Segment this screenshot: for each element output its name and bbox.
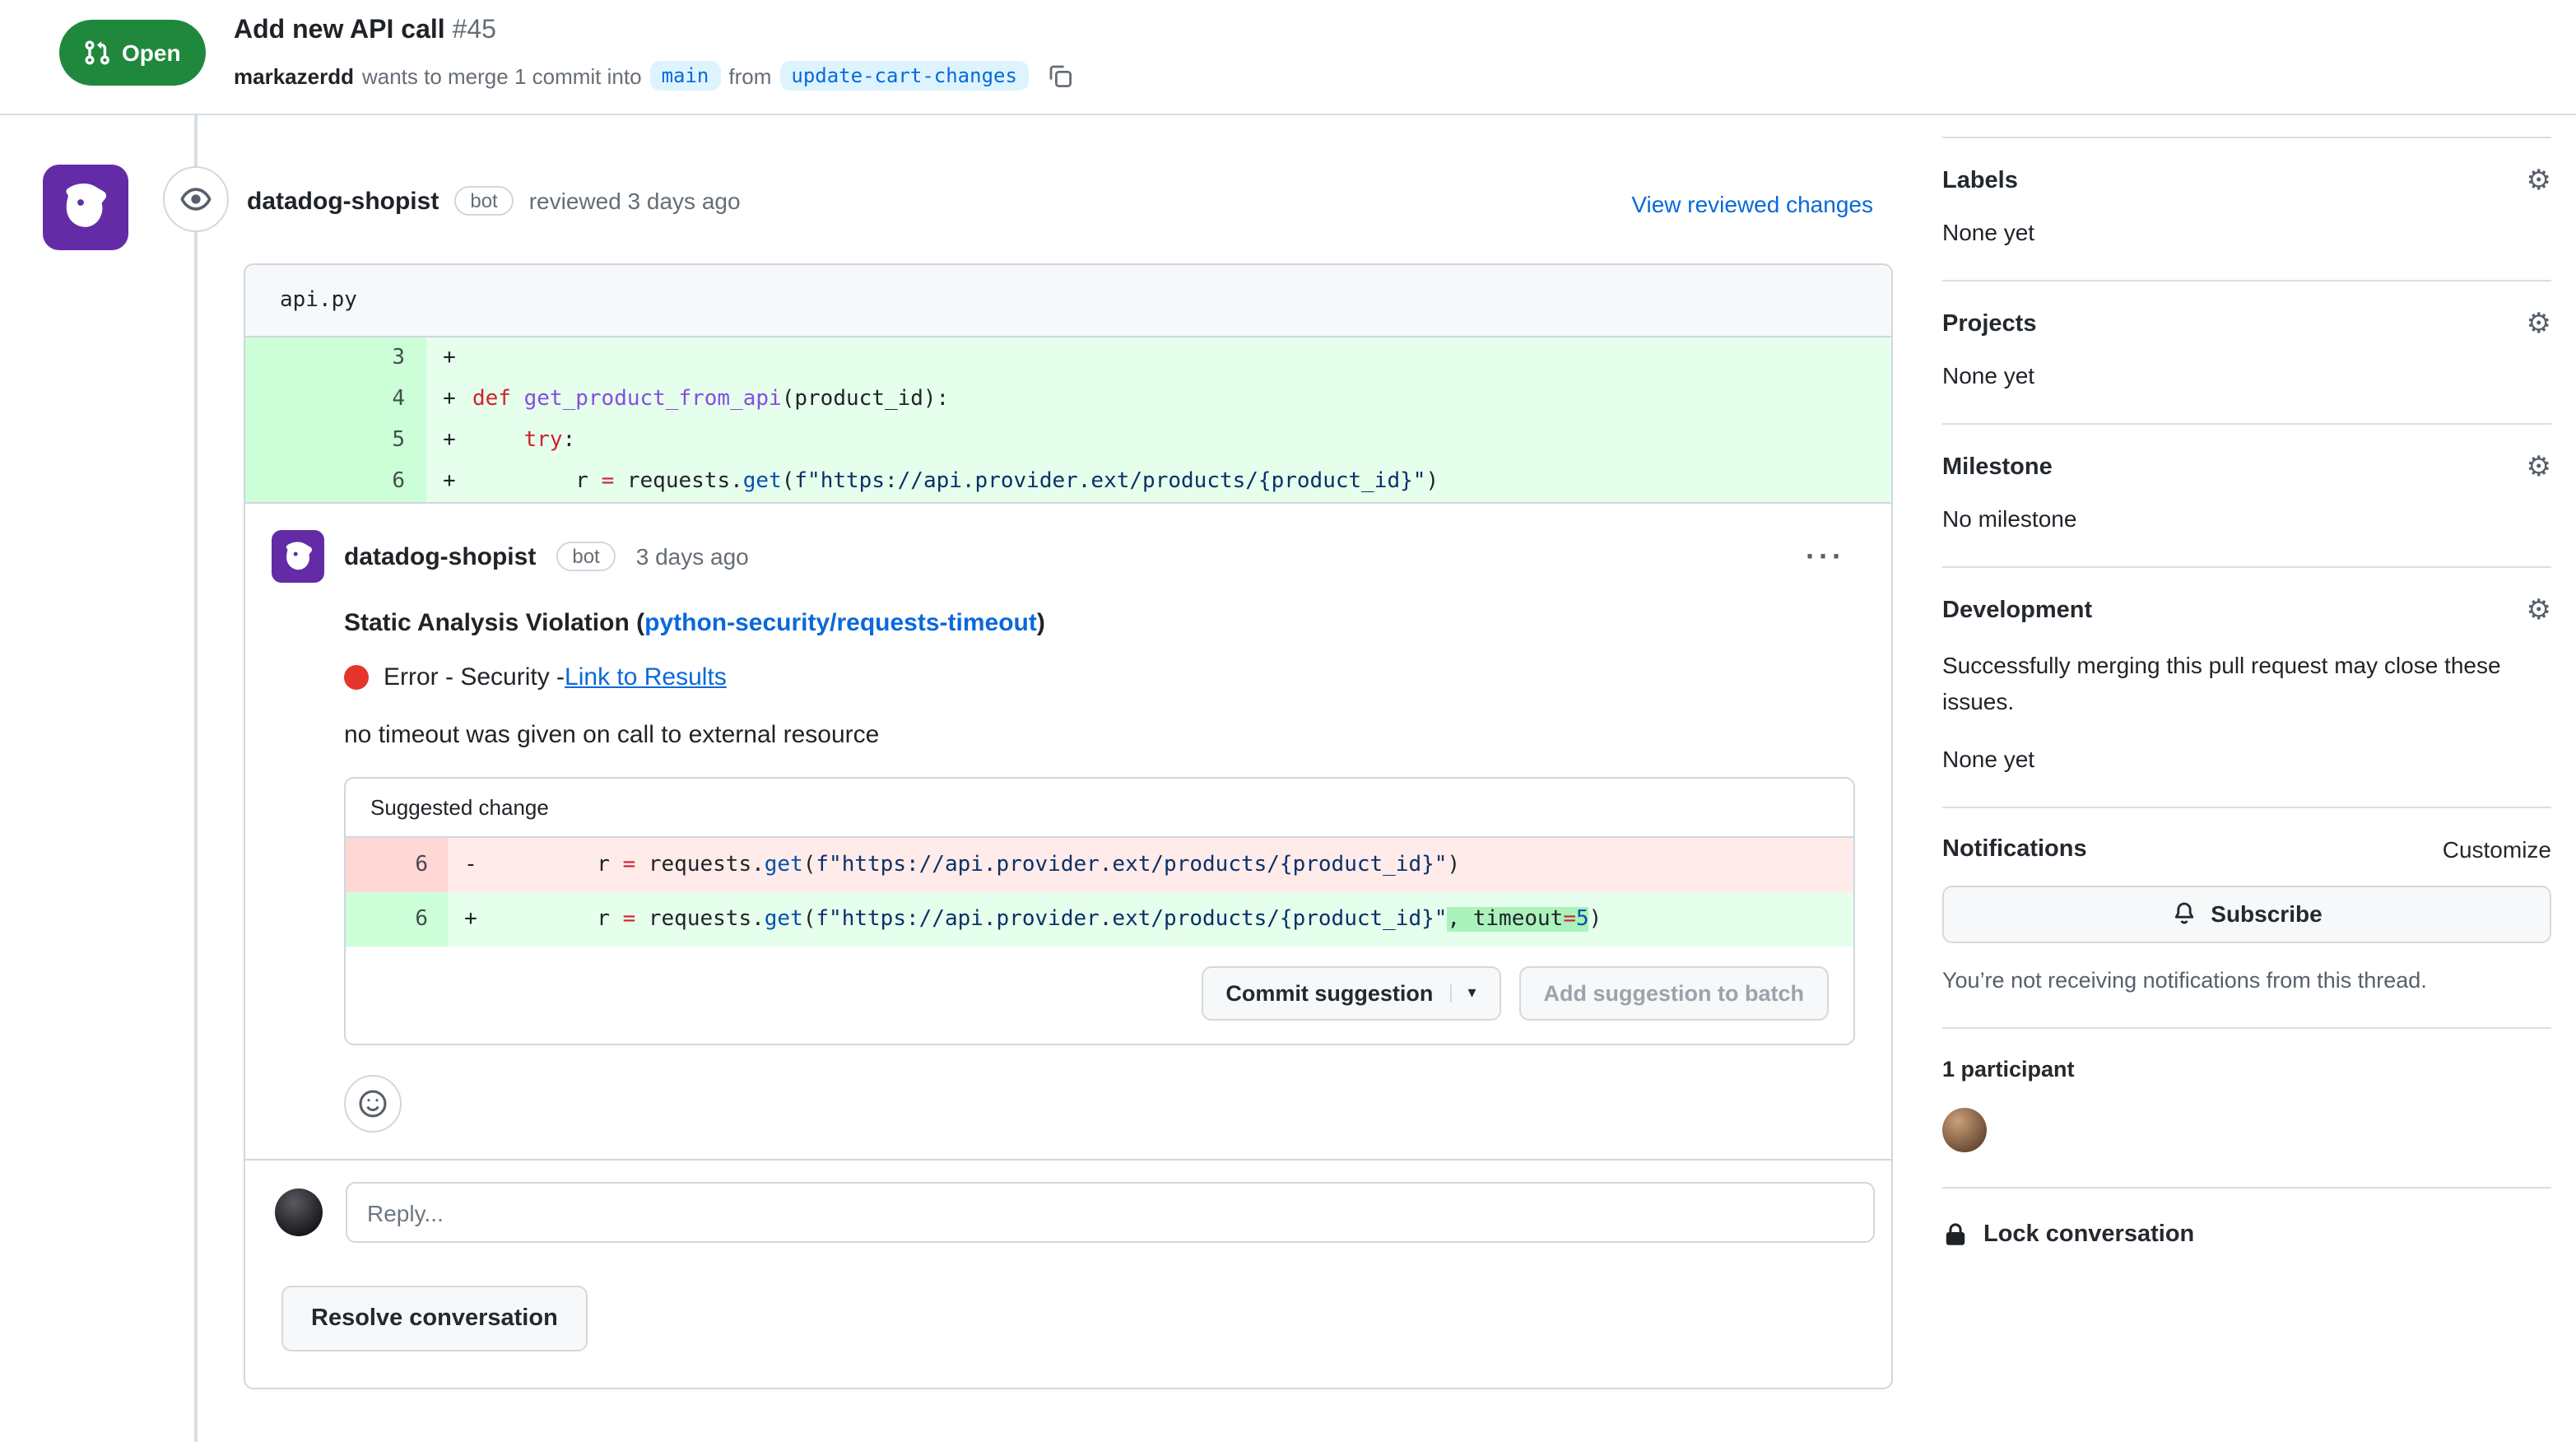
resolve-row: Resolve conversation xyxy=(245,1263,1891,1388)
gear-icon[interactable]: ⚙ xyxy=(2527,309,2552,337)
eye-icon xyxy=(179,183,212,216)
view-reviewed-changes-link[interactable]: View reviewed changes xyxy=(1631,191,1873,217)
severity-label: Error - Security - xyxy=(384,663,565,691)
violation-title: Static Analysis Violation (python-securi… xyxy=(344,609,1855,637)
line-number: 5 xyxy=(245,420,426,461)
commit-suggestion-button[interactable]: Commit suggestion ▾ xyxy=(1201,966,1500,1021)
lock-conversation-button[interactable]: Lock conversation xyxy=(1942,1188,2551,1281)
file-header: api.py xyxy=(245,265,1891,337)
head-branch-label[interactable]: update-cart-changes xyxy=(779,61,1029,91)
labels-value: None yet xyxy=(1942,219,2551,245)
copy-branch-button[interactable] xyxy=(1044,59,1076,92)
add-reaction-button[interactable] xyxy=(344,1075,402,1133)
suggestion-deleted-line: 6 - r = requests.get(f"https://api.provi… xyxy=(346,838,1853,892)
line-number: 6 xyxy=(346,838,448,892)
projects-title: Projects xyxy=(1942,310,2036,337)
review-thread-card: api.py 3 + 4 + def get_product_from_api(… xyxy=(244,263,1893,1389)
projects-value: None yet xyxy=(1942,362,2551,388)
pull-request-page: Open Add new API call #45 markazerdd wan… xyxy=(0,0,2576,1442)
sidebar-section-development: Development ⚙ Successfully merging this … xyxy=(1942,568,2551,808)
base-branch-label[interactable]: main xyxy=(650,61,721,91)
bot-badge: bot xyxy=(453,186,514,216)
notifications-note: You’re not receiving notifications from … xyxy=(1942,968,2551,993)
suggestion-actions: Commit suggestion ▾ Add suggestion to ba… xyxy=(346,947,1853,1044)
thread-footer: Resolve conversation xyxy=(245,1159,1891,1388)
gear-icon[interactable]: ⚙ xyxy=(2527,596,2552,624)
timeline-line xyxy=(194,115,198,1442)
current-user-avatar[interactable] xyxy=(275,1188,323,1236)
comment-author[interactable]: datadog-shopist xyxy=(344,542,536,570)
add-suggestion-to-batch-button[interactable]: Add suggestion to batch xyxy=(1519,966,1830,1021)
pr-title: Add new API call #45 xyxy=(234,16,496,46)
git-pull-request-icon xyxy=(84,40,110,66)
violation-description: no timeout was given on call to external… xyxy=(344,721,1855,749)
link-to-results[interactable]: Link to Results xyxy=(565,663,727,691)
diff-line: 5 + try: xyxy=(245,420,1891,461)
comment-menu-button[interactable]: ··· xyxy=(1796,538,1855,574)
suggested-change-box: Suggested change 6 - r = requests.get(f"… xyxy=(344,777,1855,1045)
sidebar-section-labels: Labels ⚙ None yet xyxy=(1942,137,2551,281)
customize-link[interactable]: Customize xyxy=(2443,836,2551,863)
suggested-change-header: Suggested change xyxy=(346,779,1853,838)
sidebar-section-participants: 1 participant xyxy=(1942,1029,2551,1188)
lock-icon xyxy=(1942,1221,1969,1248)
sidebar-section-projects: Projects ⚙ None yet xyxy=(1942,281,2551,425)
pr-status-label: Open xyxy=(122,40,181,66)
gear-icon[interactable]: ⚙ xyxy=(2527,166,2552,194)
resolve-conversation-button[interactable]: Resolve conversation xyxy=(281,1286,588,1351)
file-name-link[interactable]: api.py xyxy=(280,288,357,313)
sidebar: Labels ⚙ None yet Projects ⚙ None yet Mi… xyxy=(1942,76,2551,1281)
diff-block: 3 + 4 + def get_product_from_api(product… xyxy=(245,337,1891,502)
error-dot-icon xyxy=(344,665,369,690)
suggestion-added-line: 6 + r = requests.get(f"https://api.provi… xyxy=(346,892,1853,947)
diff-line: 3 + xyxy=(245,337,1891,379)
review-comment: datadog-shopist bot 3 days ago ··· Stati… xyxy=(245,502,1891,1159)
development-description: Successfully merging this pull request m… xyxy=(1942,647,2551,721)
comment-timestamp: 3 days ago xyxy=(636,543,749,570)
severity-row: Error - Security - Link to Results xyxy=(344,663,1855,691)
pr-author[interactable]: markazerdd xyxy=(234,63,354,88)
subscribe-button[interactable]: Subscribe xyxy=(1942,886,2551,943)
rule-link[interactable]: python-security/requests-timeout xyxy=(644,609,1037,637)
labels-title: Labels xyxy=(1942,167,2018,193)
pr-header: Open Add new API call #45 markazerdd wan… xyxy=(0,0,2576,115)
review-meta: reviewed 3 days ago xyxy=(529,188,741,214)
line-number: 6 xyxy=(245,461,426,502)
line-number: 3 xyxy=(245,337,426,379)
datadog-logo-icon xyxy=(279,537,317,575)
pr-status-badge: Open xyxy=(59,20,206,86)
chevron-down-icon[interactable]: ▾ xyxy=(1449,984,1476,1002)
reply-input[interactable] xyxy=(346,1182,1875,1243)
reply-row xyxy=(245,1161,1891,1263)
smiley-icon xyxy=(357,1088,388,1119)
line-number: 4 xyxy=(245,379,426,420)
review-eye-badge xyxy=(163,166,229,232)
participant-avatar[interactable] xyxy=(1942,1108,1987,1152)
bot-badge: bot xyxy=(556,542,616,571)
review-author[interactable]: datadog-shopist xyxy=(247,187,439,215)
comment-author-avatar[interactable] xyxy=(272,530,324,583)
datadog-logo-icon xyxy=(56,178,115,237)
copy-icon xyxy=(1047,63,1073,89)
line-number: 6 xyxy=(346,892,448,947)
comment-body: Static Analysis Violation (python-securi… xyxy=(344,609,1855,1133)
sidebar-section-notifications: Notifications Customize Subscribe You’re… xyxy=(1942,808,2551,1029)
gear-icon[interactable]: ⚙ xyxy=(2527,453,2552,481)
diff-line: 6 + r = requests.get(f"https://api.provi… xyxy=(245,461,1891,502)
review-header-row: datadog-shopist bot reviewed 3 days ago xyxy=(247,186,741,216)
development-title: Development xyxy=(1942,597,2092,623)
diff-line: 4 + def get_product_from_api(product_id)… xyxy=(245,379,1891,420)
pr-merge-summary: markazerdd wants to merge 1 commit into … xyxy=(234,59,1076,92)
milestone-title: Milestone xyxy=(1942,454,2053,480)
milestone-value: No milestone xyxy=(1942,505,2551,532)
reviewer-avatar[interactable] xyxy=(43,165,128,250)
bell-icon xyxy=(2171,901,2197,928)
comment-header: datadog-shopist bot 3 days ago ··· xyxy=(272,530,1855,583)
participants-title: 1 participant xyxy=(1942,1057,2551,1082)
development-value: None yet xyxy=(1942,746,2551,772)
notifications-title: Notifications xyxy=(1942,836,2087,863)
sidebar-section-milestone: Milestone ⚙ No milestone xyxy=(1942,425,2551,568)
pr-number: #45 xyxy=(453,16,496,44)
